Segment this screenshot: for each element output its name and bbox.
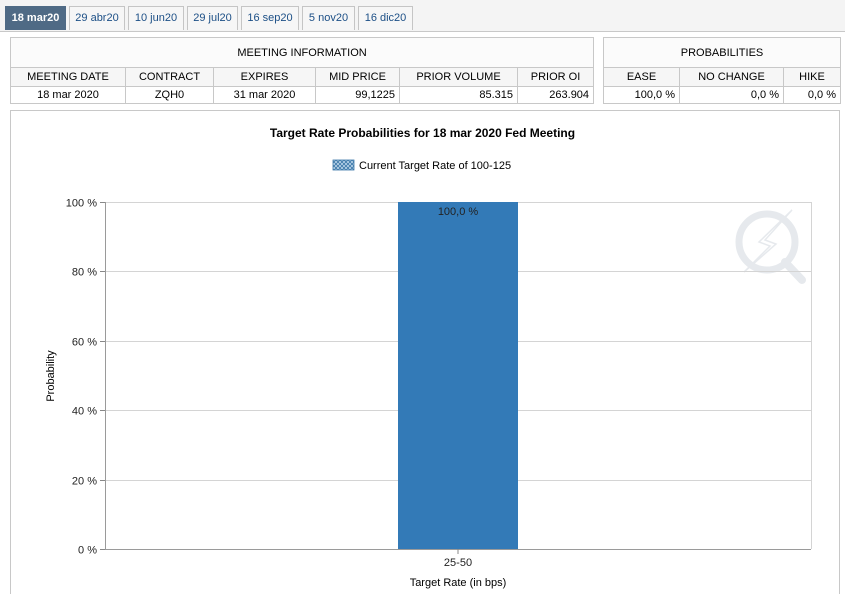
legend-label: Current Target Rate of 100-125 [359, 160, 511, 172]
y-tick-label: 100 % [66, 198, 97, 210]
watermark-logo-icon [735, 209, 806, 284]
y-tick-label: 60 % [72, 337, 97, 349]
probability-chart: Current Target Rate of 100-125 0 % 20 % 40… [45, 159, 812, 589]
bar-data-label: 100,0 % [438, 206, 479, 218]
plot-area: 0 % 20 % 40 % 60 % 80 % 100 % 100,0 % 25-50 [66, 198, 812, 569]
y-tick-label: 80 % [72, 267, 97, 279]
x-axis-title: Target Rate (in bps) [410, 577, 507, 589]
y-tick-label: 40 % [72, 406, 97, 418]
y-tick-label: 20 % [72, 476, 97, 488]
y-tick-label: 0 % [78, 545, 97, 557]
legend-swatch [332, 159, 355, 171]
y-axis-title: Probability [45, 350, 57, 402]
x-tick-label: 25-50 [444, 557, 472, 569]
bar [398, 202, 518, 549]
